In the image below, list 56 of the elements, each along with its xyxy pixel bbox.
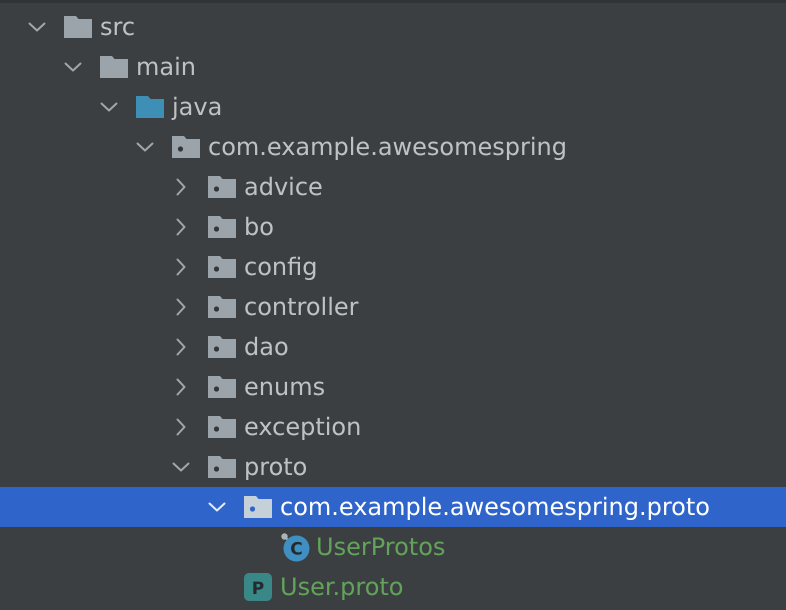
- chevron-down-icon[interactable]: [28, 22, 46, 32]
- tree-item-label: com.example.awesomespring.proto: [280, 495, 710, 519]
- package-folder-icon: [244, 496, 272, 518]
- package-folder-icon: [208, 456, 236, 478]
- tree-row[interactable]: P User.proto: [0, 567, 786, 607]
- chevron-down-icon[interactable]: [100, 102, 118, 112]
- tree-row[interactable]: dao: [0, 327, 786, 367]
- tree-item-label: enums: [244, 375, 326, 399]
- chevron-down-icon[interactable]: [136, 142, 154, 152]
- tree-row[interactable]: com.example.awesomespring.proto: [0, 487, 786, 527]
- package-folder-icon: [208, 416, 236, 438]
- package-folder-icon: [208, 256, 236, 278]
- package-folder-icon: [172, 136, 200, 158]
- tree-item-label: exception: [244, 415, 362, 439]
- folder-icon: [64, 16, 92, 38]
- package-folder-icon: [208, 336, 236, 358]
- chevron-right-icon[interactable]: [176, 178, 186, 196]
- tree-row[interactable]: enums: [0, 367, 786, 407]
- tree-row[interactable]: bo: [0, 207, 786, 247]
- package-folder-icon: [208, 296, 236, 318]
- chevron-right-icon[interactable]: [176, 298, 186, 316]
- chevron-right-icon[interactable]: [176, 338, 186, 356]
- folder-icon: [100, 56, 128, 78]
- chevron-right-icon[interactable]: [176, 378, 186, 396]
- tree-row[interactable]: C UserProtos: [0, 527, 786, 567]
- tree-row[interactable]: config: [0, 247, 786, 287]
- tree-row[interactable]: main: [0, 47, 786, 87]
- tree-row[interactable]: java: [0, 87, 786, 127]
- tree-item-label: main: [136, 55, 196, 79]
- p-square-icon: P: [244, 573, 272, 601]
- tree-row[interactable]: advice: [0, 167, 786, 207]
- tree-row[interactable]: controller: [0, 287, 786, 327]
- tree-item-label: controller: [244, 295, 358, 319]
- tree-item-label: bo: [244, 215, 274, 239]
- package-folder-icon: [208, 376, 236, 398]
- tree-item-label: config: [244, 255, 318, 279]
- folder-icon: [136, 96, 164, 118]
- chevron-right-icon[interactable]: [176, 218, 186, 236]
- tree-row[interactable]: com.example.awesomespring: [0, 127, 786, 167]
- chevron-down-icon[interactable]: [172, 462, 190, 472]
- package-folder-icon: [208, 216, 236, 238]
- tree-item-label: java: [172, 95, 222, 119]
- tree-item-label: User.proto: [280, 575, 404, 599]
- tree-item-label: src: [100, 15, 136, 39]
- tree-row[interactable]: proto: [0, 447, 786, 487]
- tree-item-label: advice: [244, 175, 323, 199]
- package-folder-icon: [208, 176, 236, 198]
- tree-row[interactable]: src: [0, 7, 786, 47]
- chevron-right-icon[interactable]: [176, 258, 186, 276]
- tree-item-label: com.example.awesomespring: [208, 135, 567, 159]
- tree-item-label: proto: [244, 455, 308, 479]
- chevron-down-icon[interactable]: [64, 62, 82, 72]
- tree-row[interactable]: exception: [0, 407, 786, 447]
- chevron-right-icon[interactable]: [176, 418, 186, 436]
- tree-item-label: UserProtos: [316, 535, 446, 559]
- tree-item-label: dao: [244, 335, 289, 359]
